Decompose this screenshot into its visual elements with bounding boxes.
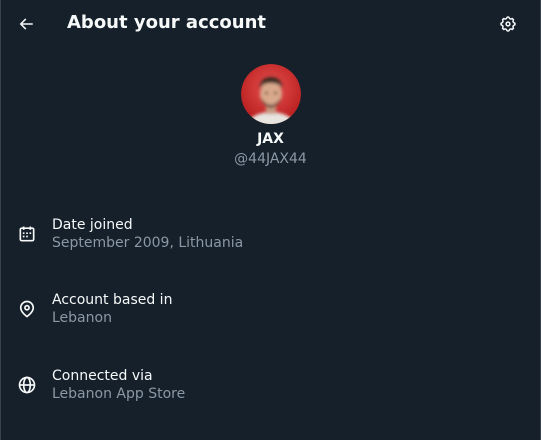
detail-value: Lebanon (52, 310, 112, 326)
gear-icon (500, 16, 516, 32)
avatar-image (241, 64, 301, 124)
detail-row-connected-via: Connected via Lebanon App Store (0, 367, 541, 419)
calendar-icon (19, 226, 35, 242)
detail-row-date-joined: Date joined September 2009, Lithuania (0, 216, 541, 268)
detail-label: Connected via (52, 368, 153, 384)
page-title: About your account (67, 12, 267, 33)
detail-row-account-based-in: Account based in Lebanon (0, 291, 541, 343)
back-button[interactable] (10, 8, 42, 40)
user-handle: @44JAX44 (234, 151, 307, 167)
settings-button[interactable] (492, 8, 524, 40)
display-name: JAX (257, 131, 284, 147)
detail-label: Account based in (52, 292, 173, 308)
arrow-left-icon (19, 18, 33, 30)
location-pin-icon (19, 300, 35, 318)
detail-label: Date joined (52, 217, 133, 233)
avatar[interactable] (241, 64, 301, 124)
detail-value: Lebanon App Store (52, 386, 186, 402)
detail-value: September 2009, Lithuania (52, 235, 244, 251)
globe-icon (18, 376, 36, 394)
page-header: About your account (0, 0, 541, 48)
